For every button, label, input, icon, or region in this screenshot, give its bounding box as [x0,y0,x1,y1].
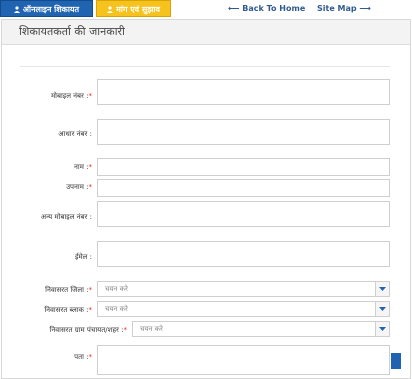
district-select-value: चयन करे [105,285,128,293]
district-select[interactable]: चयन करे [97,281,390,297]
aadhar-label-text: आधार नंबर : [58,130,92,138]
tab-online-label: ऑनलाइन शिकायत [22,5,80,14]
required-mark: * [123,326,128,334]
panchayat-label-text: निवासरत ग्राम पंचायत/शहर : [49,326,124,334]
chevron-down-icon [375,322,389,336]
surname-input[interactable] [97,179,390,197]
address-label: पता :* [2,353,92,362]
chevron-down-icon [375,282,389,296]
required-mark: * [88,183,93,191]
required-mark: * [88,92,93,100]
arrow-right-icon: ⟶ [359,4,371,13]
name-label-text: नाम : [74,163,89,171]
panchayat-select[interactable]: चयन करे [132,321,390,337]
surname-label-text: उपनाम : [66,183,89,191]
alt-mobile-label-text: अन्य मोबाइल नंबर : [40,213,92,221]
panchayat-label: निवासरत ग्राम पंचायत/शहर :* [2,326,127,335]
aadhar-input[interactable] [97,119,390,145]
email-label-text: ईमेल : [75,253,92,261]
panel-title: शिकायतकर्ता की जानकारी [19,25,125,38]
address-label-text: पता : [74,353,89,361]
required-mark: * [88,306,93,314]
aadhar-label: आधार नंबर : [2,130,92,139]
required-mark: * [88,286,93,294]
required-mark: * [88,353,93,361]
block-label-text: निवासरत ब्लाक : [44,306,89,314]
district-label-text: निवासरत जिला : [45,286,89,294]
email-label: ईमेल : [2,253,92,262]
alt-mobile-label: अन्य मोबाइल नंबर : [2,213,92,222]
block-label: निवासरत ब्लाक :* [2,306,92,315]
user-icon [13,6,20,13]
name-label: नाम :* [2,163,92,172]
alt-mobile-input[interactable] [97,201,390,227]
tab-demand-label: मांग एवं सुझाव [116,5,160,14]
top-nav: ऑनलाइन शिकायत मांग एवं सुझाव ⟵ Back To H… [0,0,412,18]
address-input[interactable] [97,345,390,375]
name-input[interactable] [97,158,390,176]
tab-online-complaint[interactable]: ऑनलाइन शिकायत [0,0,93,17]
user-icon [107,6,114,13]
tab-demand-suggestion[interactable]: मांग एवं सुझाव [96,0,171,17]
panchayat-select-value: चयन करे [140,325,163,333]
site-map-link[interactable]: Site Map ⟶ [317,0,371,17]
chevron-down-icon [375,302,389,316]
mobile-label: मोबाइल नंबर :* [2,92,92,101]
arrow-left-icon: ⟵ [228,4,240,13]
back-to-home-label: Back To Home [242,4,306,13]
panel-header: शिकायतकर्ता की जानकारी [2,20,410,45]
district-label: निवासरत जिला :* [2,286,92,295]
mobile-label-text: मोबाइल नंबर : [50,92,89,100]
complainant-panel: शिकायतकर्ता की जानकारी मोबाइल नंबर :* आध… [1,19,411,379]
required-mark: * [88,163,93,171]
block-select[interactable]: चयन करे [97,301,390,317]
surname-label: उपनाम :* [2,183,92,192]
back-to-home-link[interactable]: ⟵ Back To Home [228,0,305,17]
site-map-label: Site Map [317,4,357,13]
block-select-value: चयन करे [105,305,128,313]
divider [20,66,390,67]
mobile-input[interactable] [97,79,390,105]
email-input[interactable] [97,241,390,267]
scroll-top-button[interactable] [391,353,401,369]
